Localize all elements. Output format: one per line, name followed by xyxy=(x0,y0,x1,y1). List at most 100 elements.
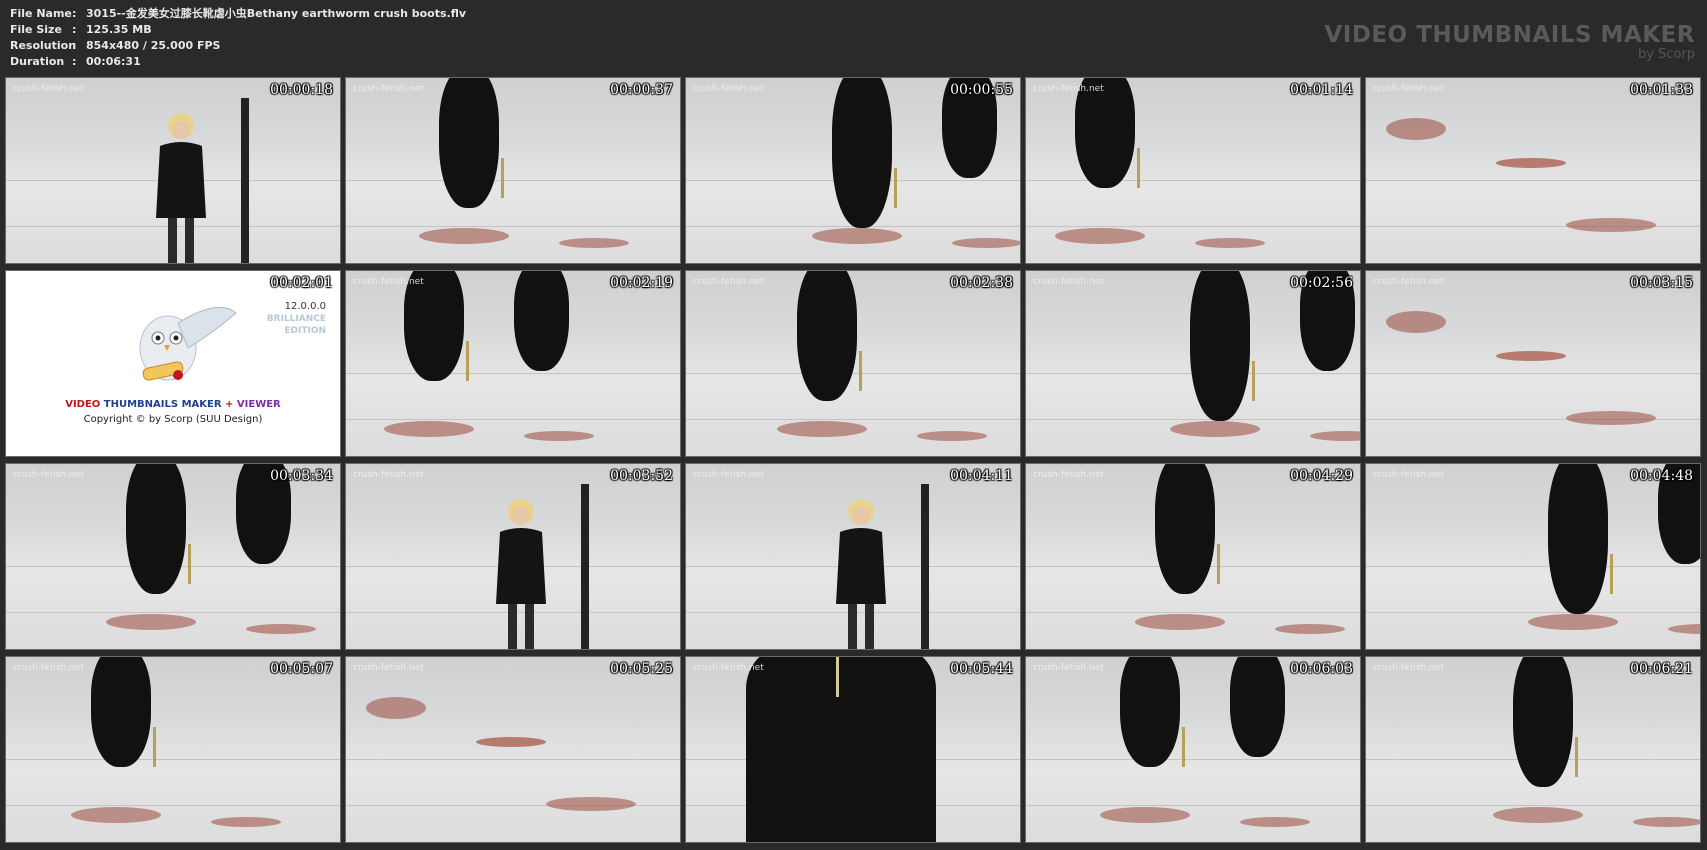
floor-line xyxy=(1026,805,1360,806)
brand-logo: VIDEO THUMBNAILS MAKER by Scorp xyxy=(1324,22,1695,62)
smear-shape xyxy=(1055,228,1145,244)
floor-line xyxy=(346,372,680,374)
floor-line xyxy=(200,749,203,751)
floor-line xyxy=(6,612,340,613)
heel-shape xyxy=(188,544,191,584)
floor-line xyxy=(215,556,218,558)
thumbnail[interactable]: crush-fetish.net 00:03:52 xyxy=(345,463,681,650)
smear-shape xyxy=(246,624,316,634)
thumbnail[interactable]: crush-fetish.net 00:06:03 xyxy=(1025,656,1361,843)
floor-line xyxy=(1508,749,1511,751)
floor-line xyxy=(1026,758,1360,760)
thumbnail[interactable]: crush-fetish.net 00:02:19 xyxy=(345,270,681,457)
thumbnail[interactable]: crush-fetish.net 00:04:11 xyxy=(685,463,1021,650)
smear-shape xyxy=(419,228,509,244)
resolution-value: 854x480 / 25.000 FPS xyxy=(86,39,221,52)
edition-label: EDITION xyxy=(284,326,326,336)
watermark-text: crush-fetish.net xyxy=(1373,470,1444,480)
worm-shape xyxy=(1496,158,1566,168)
floor-line xyxy=(1161,363,1164,365)
timestamp: 00:00:55 xyxy=(950,82,1013,98)
watermark-text: crush-fetish.net xyxy=(1373,84,1444,94)
owl-logo-icon xyxy=(118,293,238,397)
smear-shape xyxy=(546,797,636,811)
smear-shape xyxy=(1386,118,1446,140)
floor-line xyxy=(577,749,580,751)
floor-line xyxy=(1523,556,1526,558)
thumbnail[interactable]: crush-fetish.net 00:00:55 xyxy=(685,77,1021,264)
thumbnail[interactable]: 12.0.0.0 BRILLIANCE EDITION VIDEO THUMBNAIL… xyxy=(5,270,341,457)
thumbnail[interactable]: crush-fetish.net 00:05:07 xyxy=(5,656,341,843)
timestamp: 00:06:03 xyxy=(1290,661,1353,677)
file-name-label: File Name xyxy=(10,7,72,20)
thumbnail[interactable]: crush-fetish.net 00:06:21 xyxy=(1365,656,1701,843)
person-figure xyxy=(486,494,556,649)
file-info: File Name : 3015--金发美女过膝长靴虐小虫Bethany ear… xyxy=(10,6,466,70)
heel-shape xyxy=(1137,148,1140,188)
thumbnail[interactable]: crush-fetish.net 00:05:25 xyxy=(345,656,681,843)
thumbnail[interactable]: crush-fetish.net 00:01:33 xyxy=(1365,77,1701,264)
thumbnail[interactable]: crush-fetish.net 00:00:18 xyxy=(5,77,341,264)
product-name-part: VIDEO xyxy=(65,399,104,410)
product-name-part: + xyxy=(225,399,237,410)
floor-line xyxy=(45,170,48,172)
floor-line xyxy=(422,170,425,172)
heel-shape xyxy=(1252,361,1255,401)
smear-shape xyxy=(777,421,867,437)
floor-line xyxy=(1026,612,1360,613)
thumbnail[interactable]: crush-fetish.net 00:04:48 xyxy=(1365,463,1701,650)
smear-shape xyxy=(1668,624,1700,634)
watermark-text: crush-fetish.net xyxy=(1373,277,1444,287)
floor-line xyxy=(1366,805,1700,806)
boot-shape xyxy=(91,657,151,767)
thumbnail[interactable]: crush-fetish.net 00:02:56 xyxy=(1025,270,1361,457)
smear-shape xyxy=(1275,624,1345,634)
timestamp: 00:05:44 xyxy=(950,661,1013,677)
heel-shape xyxy=(1217,544,1220,584)
version-number: 12.0.0.0 xyxy=(284,301,326,312)
thumbnail[interactable]: crush-fetish.net 00:00:37 xyxy=(345,77,681,264)
smear-shape xyxy=(1195,238,1265,248)
thumbnail[interactable]: crush-fetish.net 00:04:29 xyxy=(1025,463,1361,650)
timestamp: 00:01:14 xyxy=(1290,82,1353,98)
floor-line xyxy=(1146,556,1149,558)
thumbnail[interactable]: crush-fetish.net 00:03:15 xyxy=(1365,270,1701,457)
floor-line xyxy=(6,805,340,806)
floor-line xyxy=(784,363,787,365)
timestamp: 00:02:38 xyxy=(950,275,1013,291)
watermark-text: crush-fetish.net xyxy=(693,277,764,287)
boot-shape xyxy=(1230,657,1285,757)
watermark-text: crush-fetish.net xyxy=(1033,663,1104,673)
smear-shape xyxy=(917,431,987,441)
file-size-row: File Size : 125.35 MB xyxy=(10,22,466,38)
boot-shape xyxy=(126,464,186,594)
smear-shape xyxy=(71,807,161,823)
watermark-text: crush-fetish.net xyxy=(353,470,424,480)
separator: : xyxy=(72,7,77,20)
smear-shape xyxy=(384,421,474,437)
thumbnail[interactable]: crush-fetish.net 00:01:14 xyxy=(1025,77,1361,264)
boot-shape xyxy=(1513,657,1573,787)
boot-shape xyxy=(832,78,892,228)
floor-line xyxy=(799,170,802,172)
watermark-text: crush-fetish.net xyxy=(693,84,764,94)
boot-shape xyxy=(1155,464,1215,594)
smear-shape xyxy=(1135,614,1225,630)
watermark-text: crush-fetish.net xyxy=(1033,84,1104,94)
heel-shape xyxy=(466,341,469,381)
duration-value: 00:06:31 xyxy=(86,55,141,68)
thumbnail[interactable]: crush-fetish.net 00:02:38 xyxy=(685,270,1021,457)
smear-shape xyxy=(559,238,629,248)
watermark-text: crush-fetish.net xyxy=(13,470,84,480)
timestamp: 00:03:34 xyxy=(270,468,333,484)
smear-shape xyxy=(1633,817,1700,827)
separator: : xyxy=(72,39,77,52)
smear-shape xyxy=(366,697,426,719)
timestamp: 00:01:33 xyxy=(1630,82,1693,98)
thumbnail[interactable]: crush-fetish.net 00:03:34 xyxy=(5,463,341,650)
separator: : xyxy=(72,55,77,68)
heel-shape xyxy=(1182,727,1185,767)
thumbnail[interactable]: crush-fetish.net 00:05:44 xyxy=(685,656,1021,843)
floor-line xyxy=(686,419,1020,420)
watermark-text: crush-fetish.net xyxy=(1033,470,1104,480)
